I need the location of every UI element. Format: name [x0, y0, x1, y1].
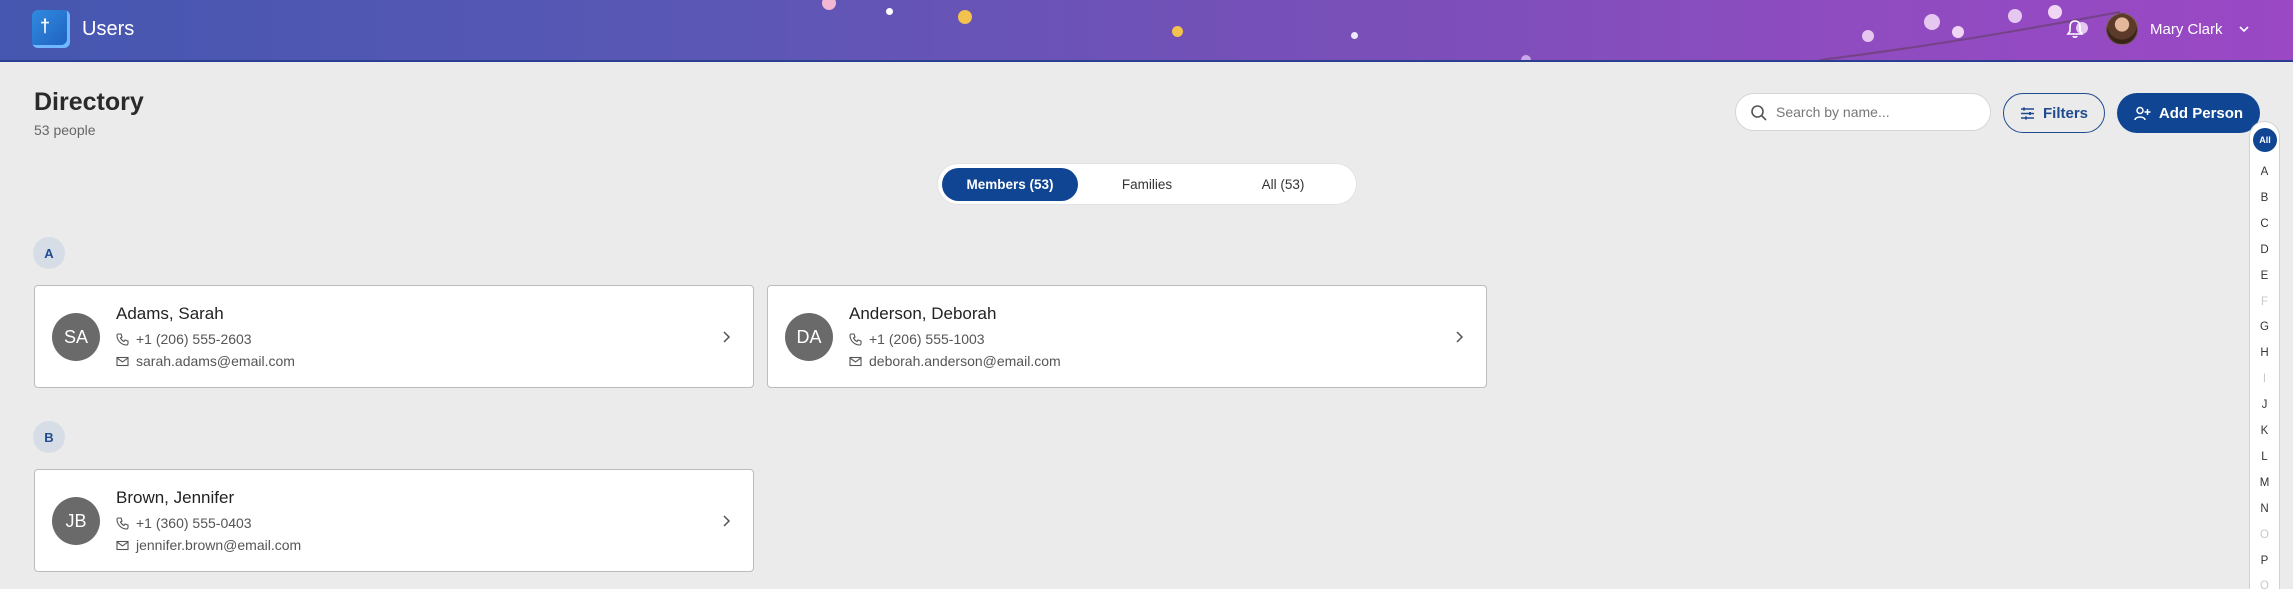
decorative-flower [1521, 55, 1531, 60]
alpha-letter-e[interactable]: E [2250, 270, 2279, 282]
person-name: Brown, Jennifer [116, 488, 235, 507]
phone-text: +1 (206) 555-1003 [869, 331, 985, 347]
email-text: jennifer.brown@email.com [136, 537, 302, 553]
person-phone: +1 (206) 555-2603 [116, 331, 252, 347]
email-text: deborah.anderson@email.com [869, 353, 1061, 369]
alpha-letter-o: O [2260, 528, 2269, 541]
tab-all[interactable]: All (53) [1216, 168, 1350, 201]
app-logo-icon[interactable]: † [32, 10, 70, 48]
alpha-letter-g[interactable]: G [2250, 321, 2279, 333]
alpha-letter-b[interactable]: B [2250, 192, 2279, 204]
page-title: Directory [34, 88, 144, 116]
alpha-letter-j[interactable]: J [2250, 399, 2279, 411]
search-box[interactable] [1735, 93, 1991, 131]
alpha-letter-f: F [2260, 295, 2269, 308]
alpha-letter-l[interactable]: L [2250, 451, 2279, 463]
app-logo-mark: † [40, 16, 51, 36]
mail-icon [849, 356, 862, 366]
decorative-flower [958, 10, 972, 24]
people-count: 53 people [34, 122, 96, 138]
add-user-icon [2134, 106, 2151, 120]
alpha-letter-n[interactable]: N [2250, 503, 2279, 515]
person-name: Adams, Sarah [116, 304, 224, 323]
app-title: Users [82, 18, 135, 40]
person-card[interactable]: JB Brown, Jennifer +1 (360) 555-0403 jen… [34, 469, 754, 572]
mail-icon [116, 356, 129, 366]
person-email: jennifer.brown@email.com [116, 537, 301, 553]
phone-icon [116, 332, 129, 346]
user-avatar[interactable] [2106, 13, 2138, 45]
phone-text: +1 (206) 555-2603 [136, 331, 252, 347]
sliders-icon [2020, 107, 2034, 119]
top-bar: † Users Mary Clark [0, 0, 2293, 62]
chevron-right-icon [723, 331, 731, 343]
alphabet-index: All A B C D E F G H I J K L M N O P Q [2249, 121, 2280, 589]
person-phone: +1 (360) 555-0403 [116, 515, 252, 531]
alpha-letter-m[interactable]: M [2250, 477, 2279, 489]
person-card[interactable]: DA Anderson, Deborah +1 (206) 555-1003 d… [767, 285, 1487, 388]
decorative-flower [886, 8, 893, 15]
chevron-right-icon [1456, 331, 1464, 343]
alpha-letter-p[interactable]: P [2250, 555, 2279, 567]
avatar: DA [785, 313, 833, 361]
alpha-letter-c[interactable]: C [2250, 218, 2279, 230]
alpha-all-button[interactable]: All [2253, 128, 2277, 152]
person-card[interactable]: SA Adams, Sarah +1 (206) 555-2603 sarah.… [34, 285, 754, 388]
tab-members[interactable]: Members (53) [942, 168, 1078, 201]
alpha-letter-h[interactable]: H [2250, 347, 2279, 359]
phone-icon [849, 332, 862, 346]
decorative-flower [1172, 26, 1183, 37]
mail-icon [116, 540, 129, 550]
alpha-letter-q: Q [2260, 580, 2269, 589]
person-email: deborah.anderson@email.com [849, 353, 1061, 369]
bell-icon[interactable] [2066, 19, 2084, 39]
alpha-letter-i: I [2262, 373, 2267, 386]
alpha-letter-a[interactable]: A [2250, 166, 2279, 178]
decorative-flower [822, 0, 836, 10]
add-person-label: Add Person [2158, 104, 2244, 122]
tab-families[interactable]: Families [1082, 168, 1212, 201]
email-text: sarah.adams@email.com [136, 353, 295, 369]
avatar: SA [52, 313, 100, 361]
filters-label: Filters [2042, 104, 2088, 122]
alpha-letter-d[interactable]: D [2250, 244, 2279, 256]
person-email: sarah.adams@email.com [116, 353, 295, 369]
avatar: JB [52, 497, 100, 545]
user-name[interactable]: Mary Clark [2150, 21, 2223, 38]
chevron-right-icon [723, 515, 731, 527]
add-person-button[interactable]: Add Person [2117, 93, 2260, 133]
phone-text: +1 (360) 555-0403 [136, 515, 252, 531]
filters-button[interactable]: Filters [2003, 93, 2105, 133]
decorative-flower [1351, 32, 1358, 39]
group-letter-b: B [33, 421, 65, 453]
person-phone: +1 (206) 555-1003 [849, 331, 985, 347]
group-letter-a: A [33, 237, 65, 269]
person-name: Anderson, Deborah [849, 304, 997, 323]
chevron-down-icon[interactable] [2238, 24, 2250, 34]
search-icon [1751, 105, 1767, 121]
search-input[interactable] [1776, 94, 1981, 130]
view-tabs: Members (53) Families All (53) [937, 163, 1357, 205]
alpha-letter-k[interactable]: K [2250, 425, 2279, 437]
phone-icon [116, 516, 129, 530]
